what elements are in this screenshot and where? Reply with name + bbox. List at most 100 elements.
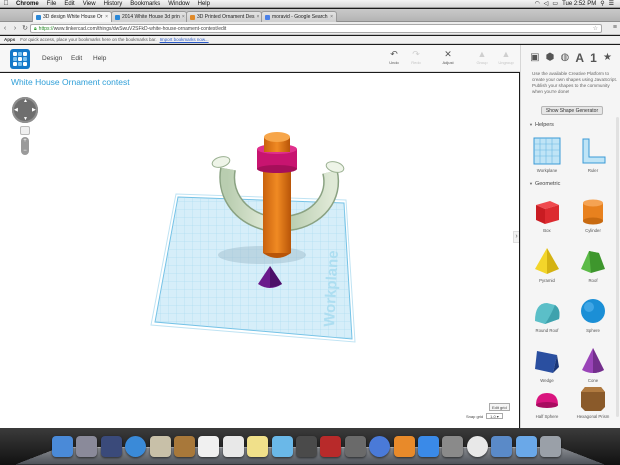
shape-half-sphere[interactable]: Half Sphere xyxy=(525,387,569,419)
ungroup-button[interactable]: ▲ Ungroup xyxy=(494,49,518,65)
redo-button[interactable]: ↷ Redo xyxy=(404,49,428,65)
menu-window[interactable]: Window xyxy=(164,1,193,7)
shape-label: Roof xyxy=(588,278,598,283)
edit-grid-button[interactable]: Edit grid xyxy=(489,403,510,411)
facetime-icon[interactable] xyxy=(296,436,317,457)
show-shape-generator-button[interactable]: Show Shape Generator xyxy=(541,106,603,115)
menu-history[interactable]: History xyxy=(100,1,127,7)
round-roof-shape-icon xyxy=(535,303,560,324)
snap-grid-select[interactable]: 1.0 ▾ xyxy=(486,413,503,419)
notes-icon[interactable] xyxy=(247,436,269,457)
notification-center-icon[interactable]: ☰ xyxy=(607,0,616,7)
shape-sphere[interactable]: Sphere xyxy=(571,295,615,333)
apps-shortcut[interactable]: Apps xyxy=(4,37,15,42)
object-shadow xyxy=(218,246,306,264)
browser-toolbar: ‹ › ↻ 🔒︎ https:// www.tinkercad.com/thin… xyxy=(0,22,620,35)
mesh-view-icon[interactable]: ⬢ xyxy=(546,52,555,63)
shape-cone[interactable]: Cone xyxy=(571,345,615,383)
import-bookmarks-link[interactable]: Import bookmarks now... xyxy=(160,37,209,42)
photo-booth-icon[interactable] xyxy=(320,436,342,457)
ibooks-icon[interactable] xyxy=(393,436,415,457)
undo-label: Undo xyxy=(389,60,399,65)
preview-icon[interactable] xyxy=(491,436,513,457)
shape-hexagonal-prism[interactable]: Hexagonal Prism xyxy=(571,383,615,419)
close-tab-icon[interactable]: × xyxy=(328,14,333,20)
bookmarks-hint: For quick access, place your bookmarks h… xyxy=(20,37,157,42)
close-tab-icon[interactable]: × xyxy=(103,14,108,20)
geometric-section-header[interactable]: ▼ Geometric xyxy=(529,181,560,187)
helpers-section-header[interactable]: ▼ Helpers xyxy=(529,122,554,128)
downloads-folder-icon[interactable] xyxy=(515,436,537,457)
number-icon[interactable]: 1 xyxy=(590,51,597,65)
reload-icon[interactable]: ↻ xyxy=(20,24,30,32)
menu-view[interactable]: View xyxy=(79,1,100,7)
snap-grid-value: 1.0 xyxy=(490,414,496,419)
shape-pyramid[interactable]: Pyramid xyxy=(525,245,569,283)
messages-icon[interactable] xyxy=(271,436,293,457)
volume-icon[interactable]: ◁ xyxy=(542,0,551,7)
chrome-icon[interactable] xyxy=(466,436,488,457)
wedge-shape-icon xyxy=(535,351,559,373)
cylinder-shape-icon xyxy=(583,199,603,225)
mission-control-icon[interactable] xyxy=(100,436,122,457)
launchpad-icon[interactable] xyxy=(76,436,98,457)
iphoto-icon[interactable] xyxy=(344,436,366,457)
forward-icon[interactable]: › xyxy=(10,25,20,32)
menu-file[interactable]: File xyxy=(43,1,61,7)
undo-button[interactable]: ↶ Undo xyxy=(382,49,406,65)
browser-tab-1[interactable]: 3D design White House Or × xyxy=(32,11,112,22)
3d-scene[interactable]: Workplane xyxy=(0,73,519,428)
star-icon[interactable]: ★ xyxy=(603,52,612,63)
adjust-button[interactable]: ✕ Adjust xyxy=(436,49,460,65)
menu-edit-design[interactable]: Edit xyxy=(71,55,82,62)
apple-icon[interactable]:  xyxy=(0,0,12,7)
menu-design[interactable]: Design xyxy=(42,55,62,62)
address-bar[interactable]: 🔒︎ https:// www.tinkercad.com/things/dwS… xyxy=(30,24,602,33)
menu-bookmarks[interactable]: Bookmarks xyxy=(126,1,164,7)
menu-help-design[interactable]: Help xyxy=(93,55,106,62)
sphere-view-icon[interactable]: ◍ xyxy=(561,52,570,63)
browser-tab-4[interactable]: moravid - Google Search × xyxy=(261,11,337,22)
calendar-icon[interactable] xyxy=(198,436,220,457)
back-icon[interactable]: ‹ xyxy=(0,25,10,32)
shape-box[interactable]: Box xyxy=(525,195,569,233)
menu-edit[interactable]: Edit xyxy=(60,1,78,7)
battery-icon[interactable]: ▭ xyxy=(550,0,560,7)
shape-roof[interactable]: Roof xyxy=(571,245,615,283)
wifi-icon[interactable]: ◠ xyxy=(533,0,542,7)
menu-help[interactable]: Help xyxy=(194,1,214,7)
shape-round-roof[interactable]: Round Roof xyxy=(525,295,569,333)
trash-icon[interactable] xyxy=(540,436,561,457)
group-button[interactable]: ▲ Group xyxy=(470,49,494,65)
shape-label: Ruler xyxy=(587,168,599,173)
shape-wedge[interactable]: Wedge xyxy=(525,345,569,383)
close-tab-icon[interactable]: × xyxy=(180,14,185,20)
helper-ruler[interactable]: Ruler xyxy=(571,135,615,173)
roof-shape-icon xyxy=(581,251,605,273)
browser-tab-3[interactable]: 3D Printed Ornament Des × xyxy=(186,11,262,22)
browser-tab-2[interactable]: 2014 White House 3d prin × xyxy=(111,11,187,22)
close-tab-icon[interactable]: × xyxy=(255,14,260,20)
bookmark-star-icon[interactable]: ☆ xyxy=(593,25,598,32)
design-workspace[interactable]: White House Ornament contest ▲ ▼ ◀ ▶ + − xyxy=(0,73,519,428)
helper-workplane[interactable]: Workplane xyxy=(525,135,569,173)
reminders-icon[interactable] xyxy=(222,436,244,457)
menu-chrome[interactable]: Chrome xyxy=(12,1,43,7)
tinkercad-logo-icon[interactable] xyxy=(10,49,30,69)
collapse-panel-icon[interactable]: › xyxy=(513,231,519,243)
clock[interactable]: Tue 2:52 PM xyxy=(560,1,598,7)
shape-cylinder[interactable]: Cylinder xyxy=(571,195,615,233)
system-preferences-icon[interactable] xyxy=(442,436,464,457)
finder-icon[interactable] xyxy=(52,436,73,457)
text-icon[interactable]: A xyxy=(575,51,584,65)
panel-scrollbar[interactable] xyxy=(616,117,619,417)
chrome-menu-icon[interactable]: ≡ xyxy=(613,24,617,31)
cube-view-icon[interactable]: ▣ xyxy=(530,52,539,63)
contacts-icon[interactable] xyxy=(174,436,195,457)
undo-icon: ↶ xyxy=(390,49,398,59)
app-store-icon[interactable] xyxy=(418,436,439,457)
ruler-helper-icon xyxy=(582,138,606,164)
helpers-title: Helpers xyxy=(534,122,554,128)
mail-icon[interactable] xyxy=(149,436,171,457)
spotlight-icon[interactable]: ⚲ xyxy=(598,0,606,7)
